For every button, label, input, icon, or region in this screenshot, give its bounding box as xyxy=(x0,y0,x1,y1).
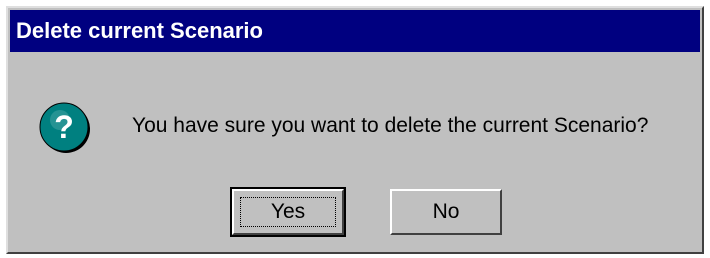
dialog-message: You have sure you want to delete the cur… xyxy=(132,114,649,137)
svg-text:?: ? xyxy=(54,109,74,145)
yes-button[interactable]: Yes xyxy=(230,187,346,237)
no-button-label: No xyxy=(432,200,460,223)
dialog-title: Delete current Scenario xyxy=(16,18,263,43)
delete-scenario-dialog: Delete current Scenario ? You have sure … xyxy=(6,6,704,254)
dialog-title-bar: Delete current Scenario xyxy=(10,10,700,52)
no-button[interactable]: No xyxy=(390,189,502,235)
focus-ring xyxy=(240,197,336,227)
question-icon: ? xyxy=(38,100,92,154)
